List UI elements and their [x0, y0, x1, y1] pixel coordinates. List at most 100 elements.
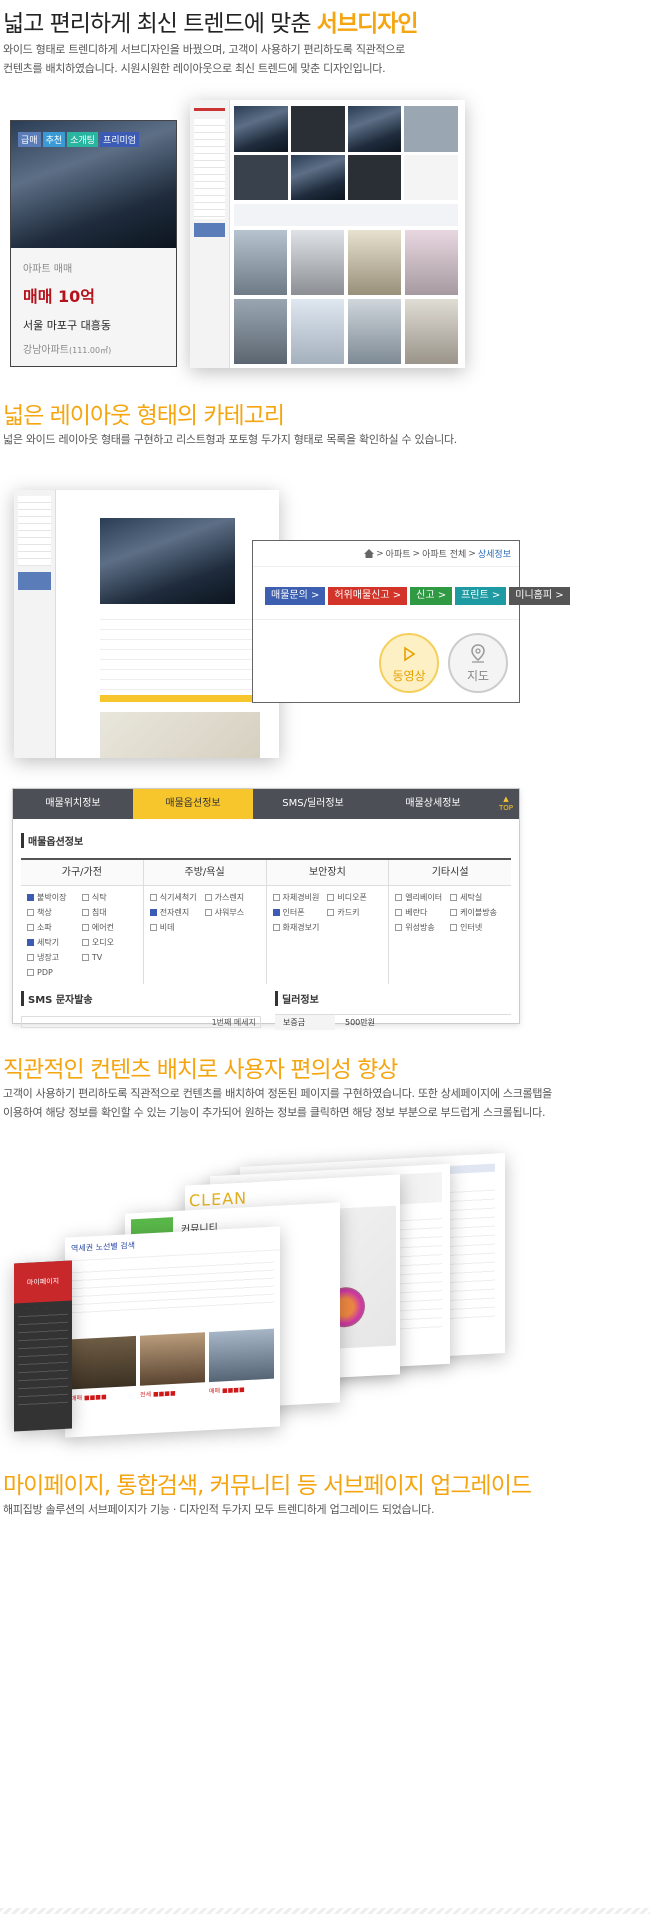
action-buttons: 매물문의 > 허위매물신고 > 신고 > 프린트 > 미니홈피 > — [253, 567, 570, 605]
dealer-section: 딜러정보 보증금 500만원 — [275, 991, 511, 1030]
checkbox-box[interactable] — [149, 909, 157, 916]
option-label: 침대 — [91, 908, 107, 917]
option-label: 인터폰 — [282, 908, 305, 917]
mypage-label: 마이페이지 — [14, 1260, 72, 1304]
checkbox-box[interactable] — [81, 924, 89, 931]
false-listing-report-button[interactable]: 허위매물신고 > — [328, 587, 408, 605]
checkbox-box[interactable] — [327, 894, 335, 901]
option-checkbox[interactable]: 인터넷 — [450, 922, 505, 933]
tab-sms-dealer[interactable]: SMS/딜러정보 — [253, 789, 373, 819]
option-column-head: 주방/욕실 — [143, 860, 266, 886]
option-checkbox[interactable]: 카드키 — [327, 907, 382, 918]
option-checkbox[interactable]: 침대 — [81, 907, 137, 918]
option-checkbox[interactable]: 가스렌지 — [204, 892, 260, 903]
section4-desc: 고객이 사용하기 편리하도록 직관적으로 컨텐츠를 배치하여 정돈된 페이지를 … — [3, 1087, 552, 1119]
option-column: 기타시설 엘리베이터 세탁실 베란다 케이블방송 위성방송 인터넷 — [389, 860, 511, 984]
option-checkbox[interactable]: 세탁기 — [27, 937, 82, 948]
checkbox-box[interactable] — [450, 909, 458, 916]
checkbox-box[interactable] — [149, 924, 157, 931]
option-checkbox[interactable]: 화재경보기 — [272, 922, 328, 933]
checkbox-box[interactable] — [81, 909, 89, 916]
tab-detail[interactable]: 매물상세정보 — [373, 789, 493, 819]
checkbox-box[interactable] — [395, 924, 403, 931]
checkbox-box[interactable] — [272, 894, 280, 901]
option-checkbox[interactable]: 식탁 — [81, 892, 137, 903]
option-checkbox[interactable]: TV — [81, 952, 137, 963]
option-checkbox[interactable]: 인터폰 — [272, 907, 328, 918]
option-checkbox[interactable]: 냉장고 — [27, 952, 82, 963]
option-label: 냉장고 — [37, 953, 60, 962]
map-label: 지도 — [466, 669, 490, 683]
breadcrumb-apartment-all[interactable]: 아파트 전체 — [422, 547, 466, 560]
home-icon[interactable] — [364, 549, 375, 558]
option-checkbox[interactable]: 케이블방송 — [450, 907, 505, 918]
footer-divider — [0, 1908, 650, 1914]
checkbox-box[interactable] — [27, 954, 34, 961]
option-checkbox[interactable]: 자체경비원 — [272, 892, 328, 903]
subpage-station-search: 역세권 노선별 검색 매매 ■■■■ 전세 ■■■■ 매매 ■■■■ — [65, 1226, 280, 1438]
options-title: 매물옵션정보 — [21, 833, 511, 848]
section1-desc-line2: 컨텐츠를 배치하였습니다. 시원시원한 레이아웃으로 최신 트렌드에 맞춘 디자… — [3, 62, 386, 75]
checkbox-box[interactable] — [81, 939, 89, 946]
option-column-head: 보안장치 — [266, 860, 389, 886]
option-label: 인터넷 — [460, 923, 483, 932]
checkbox-box[interactable] — [27, 924, 34, 931]
option-label: 위성방송 — [405, 923, 435, 932]
map-button[interactable]: 지도 — [448, 633, 508, 693]
checkbox-box[interactable] — [450, 924, 458, 931]
sms-section: SMS 문자발송 1번째 메세지 — [21, 991, 261, 1028]
breadcrumb-detail[interactable]: 상세정보 — [478, 547, 511, 560]
checkbox-box[interactable] — [204, 894, 212, 901]
option-checkbox[interactable]: 전자렌지 — [149, 907, 205, 918]
option-checkbox[interactable]: 식기세척기 — [149, 892, 205, 903]
option-checkbox[interactable]: 위성방송 — [395, 922, 450, 933]
top-button[interactable]: ▲ TOP — [493, 789, 519, 819]
minihompy-button[interactable]: 미니홈피 > — [509, 587, 570, 605]
section1-title: 넓고 편리하게 최신 트렌드에 맞춘 서브디자인 — [3, 4, 419, 38]
property-card[interactable]: 급매 추천 소개팅 프리미엄 아파트 매매 매매 10억 서울 마포구 대흥동 강남아… — [10, 120, 177, 367]
option-label: TV — [91, 953, 103, 962]
checkbox-box[interactable] — [27, 939, 34, 946]
option-checkbox[interactable]: 샤워부스 — [204, 907, 260, 918]
option-checkbox[interactable]: PDP — [27, 967, 82, 978]
video-button[interactable]: 동영상 — [379, 633, 439, 693]
print-button[interactable]: 프린트 > — [455, 587, 507, 605]
property-photo: 급매 추천 소개팅 프리미엄 — [11, 121, 176, 248]
checkbox-box[interactable] — [27, 909, 34, 916]
option-checkbox[interactable]: 오디오 — [81, 937, 137, 948]
breadcrumb-apartment[interactable]: 아파트 — [386, 547, 411, 560]
section5-desc: 해피집방 솔루션의 서브페이지가 기능 · 디자인적 두가지 모두 트렌디하게 … — [3, 1503, 435, 1516]
checkbox-box[interactable] — [327, 909, 335, 916]
option-checkbox[interactable]: 세탁실 — [450, 892, 505, 903]
checkbox-box[interactable] — [272, 909, 280, 916]
options-panel: 매물위치정보 매물옵션정보 SMS/딜러정보 매물상세정보 ▲ TOP 매물옵션정… — [12, 788, 520, 1030]
option-checkbox[interactable]: 베란다 — [395, 907, 450, 918]
checkbox-box[interactable] — [27, 894, 34, 901]
tab-location[interactable]: 매물위치정보 — [13, 789, 133, 819]
option-checkbox[interactable]: 책상 — [27, 907, 82, 918]
inquiry-button[interactable]: 매물문의 > — [265, 587, 326, 605]
options-grid: 가구/가전 붙박이장 식탁 책상 침대 소파 에어컨 세탁기 오디오 냉장고 TV PDP 주방/욕실 식… — [21, 858, 511, 984]
checkbox-box[interactable] — [450, 894, 458, 901]
option-checkbox[interactable]: 붙박이장 — [27, 892, 82, 903]
report-button[interactable]: 신고 > — [410, 587, 453, 605]
tab-options[interactable]: 매물옵션정보 — [133, 789, 253, 819]
checkbox-box[interactable] — [204, 909, 212, 916]
checkbox-box[interactable] — [27, 969, 34, 976]
checkbox-box[interactable] — [149, 894, 157, 901]
checkbox-box[interactable] — [395, 909, 403, 916]
sms-textarea[interactable]: 1번째 메세지 — [21, 1016, 261, 1028]
option-checkbox[interactable]: 소파 — [27, 922, 82, 933]
option-checkbox[interactable]: 에어컨 — [81, 922, 137, 933]
checkbox-box[interactable] — [81, 954, 89, 961]
property-type: 아파트 매매 — [23, 264, 73, 275]
checkbox-box[interactable] — [81, 894, 89, 901]
option-label: 베란다 — [405, 908, 428, 917]
option-checkbox[interactable]: 엘리베이터 — [395, 892, 450, 903]
option-label: 비데 — [159, 923, 175, 932]
checkbox-box[interactable] — [395, 894, 403, 901]
option-label: 샤워부스 — [214, 908, 245, 917]
checkbox-box[interactable] — [272, 924, 280, 931]
option-checkbox[interactable]: 비데 — [149, 922, 205, 933]
option-checkbox[interactable]: 비디오폰 — [327, 892, 382, 903]
